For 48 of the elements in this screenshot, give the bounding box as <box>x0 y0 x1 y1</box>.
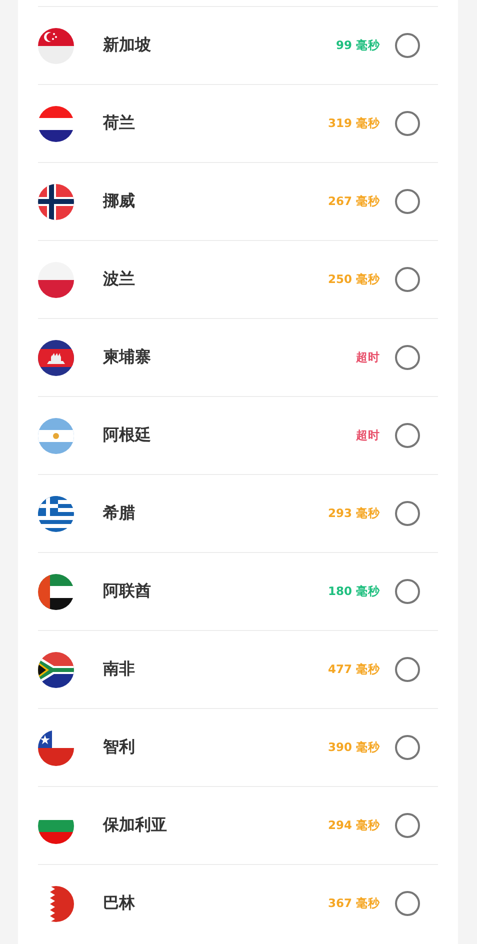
server-name: 南非 <box>103 659 136 680</box>
server-name: 挪威 <box>103 191 136 212</box>
server-name: 柬埔寨 <box>103 347 152 368</box>
server-row[interactable]: 阿根廷 超时 <box>38 396 438 474</box>
radio-button[interactable] <box>395 33 420 58</box>
latency-text: 250 毫秒 <box>328 272 380 287</box>
latency-text: 293 毫秒 <box>328 506 380 521</box>
radio-button[interactable] <box>395 501 420 526</box>
latency-text: 319 毫秒 <box>328 116 380 131</box>
radio-button[interactable] <box>395 423 420 448</box>
radio-button[interactable] <box>395 111 420 136</box>
radio-button[interactable] <box>395 189 420 214</box>
server-row[interactable]: 保加利亚 294 毫秒 <box>38 786 438 864</box>
latency-text: 477 毫秒 <box>328 662 380 677</box>
server-row[interactable]: 荷兰 319 毫秒 <box>38 84 438 162</box>
latency-text: 294 毫秒 <box>328 818 380 833</box>
radio-button[interactable] <box>395 267 420 292</box>
server-name: 波兰 <box>103 269 136 290</box>
server-row[interactable]: 巴林 367 毫秒 <box>38 864 438 942</box>
latency-text: 390 毫秒 <box>328 740 380 755</box>
latency-text: 超时 <box>356 350 380 365</box>
latency-text: 367 毫秒 <box>328 896 380 911</box>
server-row[interactable]: 南非 477 毫秒 <box>38 630 438 708</box>
server-name: 保加利亚 <box>103 815 168 836</box>
radio-button[interactable] <box>395 579 420 604</box>
server-name: 荷兰 <box>103 113 136 134</box>
latency-text: 超时 <box>356 428 380 443</box>
server-row[interactable]: 柬埔寨 超时 <box>38 318 438 396</box>
radio-button[interactable] <box>395 813 420 838</box>
server-name: 智利 <box>103 737 136 758</box>
radio-button[interactable] <box>395 657 420 682</box>
server-name: 巴林 <box>103 893 136 914</box>
latency-text: 180 毫秒 <box>328 584 380 599</box>
server-name: 阿联酋 <box>103 581 152 602</box>
server-row[interactable]: 阿联酋 180 毫秒 <box>38 552 438 630</box>
radio-button[interactable] <box>395 891 420 916</box>
radio-button[interactable] <box>395 735 420 760</box>
server-row[interactable]: 智利 390 毫秒 <box>38 708 438 786</box>
server-row[interactable]: 新加坡 99 毫秒 <box>38 6 438 84</box>
radio-button[interactable] <box>395 345 420 370</box>
server-name: 阿根廷 <box>103 425 152 446</box>
latency-text: 99 毫秒 <box>336 38 380 53</box>
server-row[interactable]: 希腊 293 毫秒 <box>38 474 438 552</box>
server-row[interactable]: 挪威 267 毫秒 <box>38 162 438 240</box>
server-name: 希腊 <box>103 503 136 524</box>
latency-text: 267 毫秒 <box>328 194 380 209</box>
server-row[interactable]: 波兰 250 毫秒 <box>38 240 438 318</box>
server-name: 新加坡 <box>103 35 152 56</box>
